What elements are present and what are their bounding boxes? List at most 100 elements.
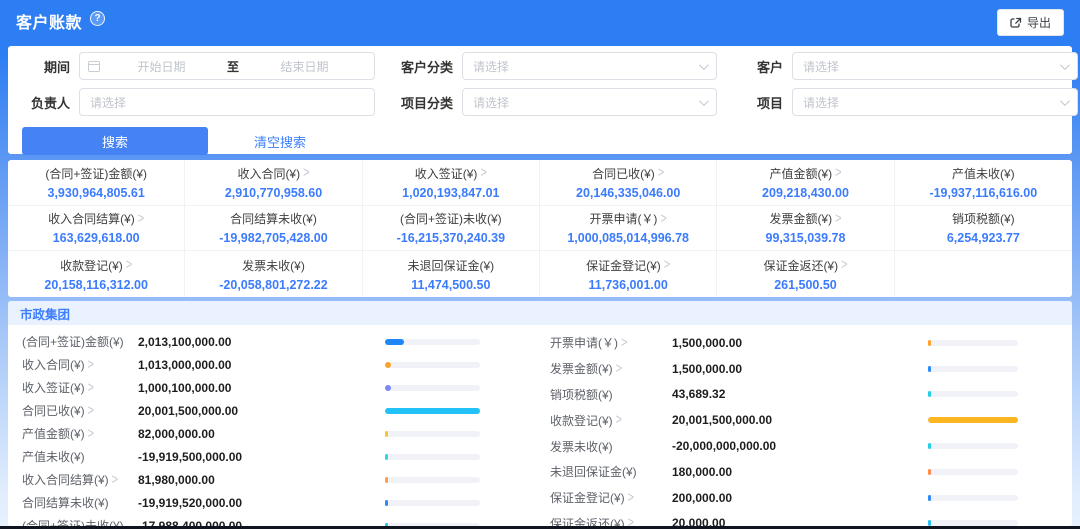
detail-metric-value: 82,000,000.00 [138,427,385,441]
metric-bar-fill [928,443,931,449]
metric-value: 163,629,618.00 [53,231,140,245]
customer-select[interactable]: 请选择 [792,52,1078,80]
detail-metric-label[interactable]: 收入合同结算(¥)> [22,471,138,488]
metric-bar-fill [385,477,388,483]
detail-metric-value: 1,000,100,000.00 [138,381,385,395]
detail-metric-label[interactable]: 发票金额(¥)> [550,360,672,377]
metric-label: (合同+签证)未收(¥) [400,210,502,227]
drill-arrow-icon: > [480,166,486,182]
detail-row: 开票申请(￥)>1,500,000.00 [550,330,1060,356]
metric-bar-fill [928,520,931,526]
summary-metric[interactable]: 收款登记(¥)>20,158,116,312.00 [8,251,185,297]
end-date-placeholder: 结束日期 [243,58,366,75]
summary-metric[interactable]: 合同已收(¥)>20,146,335,046.00 [540,160,717,206]
group-header: 市政集团 [8,301,1072,325]
metric-bar-track [385,385,480,391]
detail-row: 保证金登记(¥)>200,000.00 [550,485,1060,511]
metric-value: 1,020,193,847.01 [402,186,499,200]
summary-metric: 合同结算未收(¥)-19,982,705,428.00 [185,206,362,252]
detail-row: 未退回保证金(¥)180,000.00 [550,459,1060,485]
summary-metric[interactable]: 发票金额(¥)>99,315,039.78 [717,206,894,252]
select-placeholder: 请选择 [803,94,839,111]
detail-metric-value: 2,013,100,000.00 [138,335,385,349]
detail-metric-label[interactable]: 保证金返还(¥)> [550,515,672,526]
drill-arrow-icon: > [835,166,841,182]
detail-metric-label[interactable]: 收入签证(¥)> [22,379,138,396]
drill-arrow-icon: > [621,335,627,351]
clear-search-link[interactable]: 清空搜索 [254,132,306,151]
owner-select[interactable]: 请选择 [79,88,375,116]
detail-metric-value: 20,001,500,000.00 [138,404,385,418]
metric-value: -19,937,116,616.00 [929,186,1037,200]
metric-bar-track [385,339,480,345]
chevron-down-icon [699,60,709,70]
project-category-select[interactable]: 请选择 [462,88,717,116]
detail-metric-label: 合同结算未收(¥) [22,494,138,511]
detail-panel: 市政集团 (合同+签证)金额(¥)2,013,100,000.00 收入合同(¥)… [8,301,1072,526]
metric-bar-fill [385,431,388,437]
summary-metric [895,251,1072,297]
metric-label: (合同+签证)金额(¥) [45,165,147,182]
detail-row: 收款登记(¥)>20,001,500,000.00 [550,407,1060,433]
customer-category-select[interactable]: 请选择 [462,52,717,80]
summary-metric[interactable]: 收入签证(¥)> 1,020,193,847.01 [363,160,540,206]
export-button-label: 导出 [1027,14,1051,31]
metric-label: 收入合同(¥)> [237,165,309,182]
metric-label: 收入签证(¥)> [415,165,487,182]
metric-label: 发票金额(¥)> [769,210,841,227]
detail-metric-label: (合同+签证)未收(¥) [22,517,138,526]
summary-metric[interactable]: 保证金登记(¥)>11,736,001.00 [540,251,717,297]
drill-arrow-icon: > [126,257,132,273]
detail-metric-label[interactable]: 保证金登记(¥)> [550,489,672,506]
app-header: 客户账款 ? 导出 [0,0,1080,44]
date-range-input[interactable]: 开始日期 至 结束日期 [79,52,375,80]
detail-metric-value: -19,919,500,000.00 [138,450,385,464]
metric-value: 6,254,923.77 [947,231,1020,245]
detail-metric-label[interactable]: 合同已收(¥)> [22,402,138,419]
metric-bar-fill [928,469,931,475]
detail-row: (合同+签证)金额(¥)2,013,100,000.00 [22,330,520,353]
metric-bar-fill [385,500,388,506]
metric-bar-fill [385,454,388,460]
search-button[interactable]: 搜索 [22,127,208,155]
project-select[interactable]: 请选择 [792,88,1078,116]
metric-bar-fill [385,362,391,368]
detail-metric-label[interactable]: 产值金额(¥)> [22,425,138,442]
detail-row: 合同已收(¥)>20,001,500,000.00 [22,399,520,422]
metric-bar-track [928,520,1018,526]
summary-metric[interactable]: 收入合同(¥)>2,910,770,958.60 [185,160,362,206]
metric-bar-track [385,454,480,460]
metric-bar-fill [928,417,1018,423]
date-to-label: 至 [223,58,243,75]
detail-metric-value: 180,000.00 [672,465,928,479]
summary-metric[interactable]: 产值金额(¥)> 209,218,430.00 [717,160,894,206]
drill-arrow-icon: > [658,166,664,182]
metric-value: 209,218,430.00 [762,186,849,200]
summary-metric[interactable]: 收入合同结算(¥)>163,629,618.00 [8,206,185,252]
customer-label: 客户 [743,57,783,76]
metric-bar-track [385,523,480,527]
detail-metric-label[interactable]: 收款登记(¥)> [550,412,672,429]
metric-bar-track [385,408,480,414]
page-title: 客户账款 [16,9,82,33]
metric-bar-track [385,477,480,483]
select-placeholder: 请选择 [473,94,509,111]
metric-bar-track [928,469,1018,475]
metric-bar-fill [928,495,931,501]
metric-label: 产值金额(¥)> [769,165,841,182]
drill-arrow-icon: > [88,403,94,419]
drill-arrow-icon: > [841,257,847,273]
detail-row: 保证金返还(¥)>20,000.00 [550,511,1060,526]
summary-metric[interactable]: 开票申请(￥)>1,000,085,014,996.78 [540,206,717,252]
detail-metric-value: 1,500,000.00 [672,336,928,350]
summary-metric[interactable]: 保证金返还(¥)>261,500.50 [717,251,894,297]
metric-label: 合同结算未收(¥) [230,210,317,227]
detail-metric-label[interactable]: 收入合同(¥)> [22,356,138,373]
export-button[interactable]: 导出 [997,9,1064,36]
detail-metric-label: 未退回保证金(¥) [550,463,672,480]
help-icon[interactable]: ? [90,11,105,26]
summary-metric: 销项税额(¥)6,254,923.77 [895,206,1072,252]
detail-metric-label[interactable]: 开票申请(￥)> [550,334,672,351]
detail-row: 产值金额(¥)>82,000,000.00 [22,422,520,445]
summary-panel: (合同+签证)金额(¥)3,930,964,805.61收入合同(¥)>2,91… [8,160,1072,297]
